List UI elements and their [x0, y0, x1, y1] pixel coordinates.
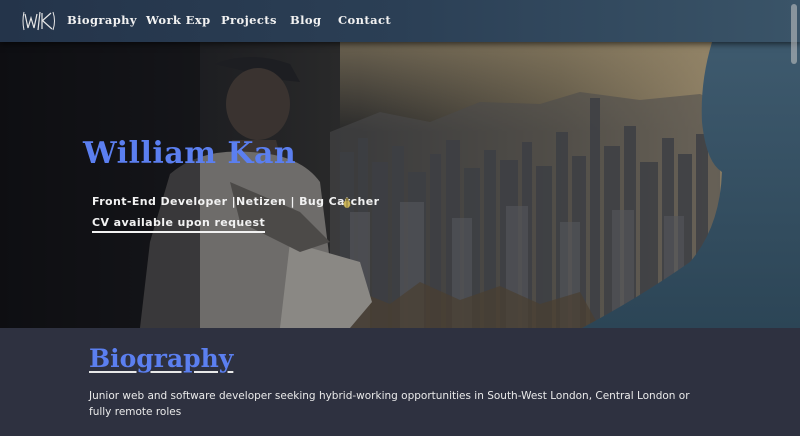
hero-banner: William Kan Front-End Developer |Netizen…	[0, 42, 800, 328]
bug-icon	[342, 197, 352, 208]
vertical-scrollbar[interactable]	[791, 4, 797, 64]
nav-projects[interactable]: Projects	[221, 13, 277, 27]
site-logo[interactable]	[22, 8, 56, 34]
nav-contact[interactable]: Contact	[338, 13, 391, 27]
cv-request-link[interactable]: CV available upon request	[92, 216, 266, 233]
hero-name: William Kan	[83, 136, 297, 171]
biography-text: Junior web and software developer seekin…	[89, 390, 690, 418]
nav-blog[interactable]: Blog	[290, 13, 321, 27]
biography-title[interactable]: Biography	[89, 344, 233, 373]
nav-work-exp[interactable]: Work Exp	[146, 13, 211, 27]
biography-section: Biography Junior web and software develo…	[0, 328, 800, 436]
hero-wave-shape	[582, 42, 800, 328]
top-navbar: Biography Work Exp Projects Blog Contact	[0, 0, 800, 42]
hero-roles: Front-End Developer |Netizen | Bug Catch…	[92, 195, 380, 208]
nav-biography[interactable]: Biography	[67, 13, 137, 27]
